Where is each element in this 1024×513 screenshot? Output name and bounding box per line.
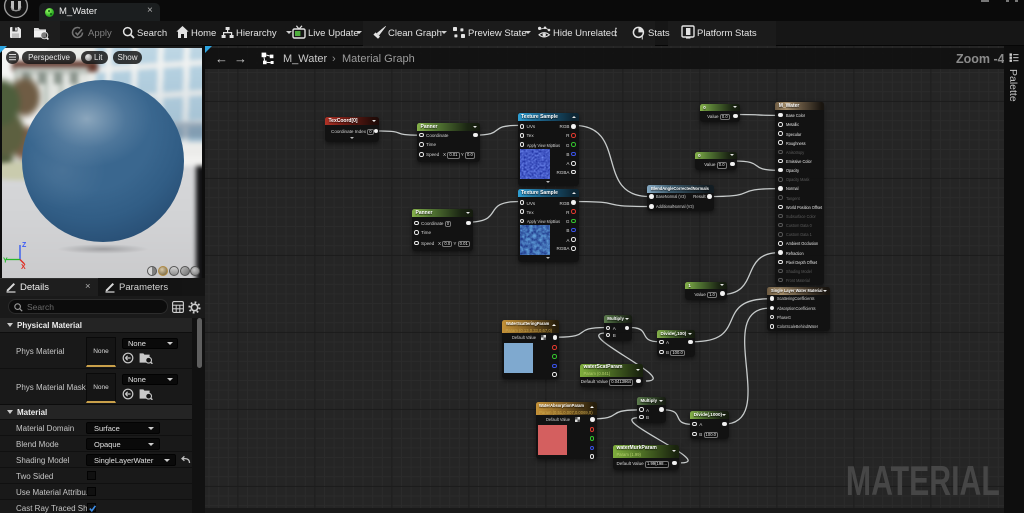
svg-text:Z: Z [22, 242, 27, 249]
svg-text:X: X [21, 264, 26, 270]
svg-text:Y: Y [3, 258, 8, 265]
svg-text:i: i [641, 34, 643, 40]
